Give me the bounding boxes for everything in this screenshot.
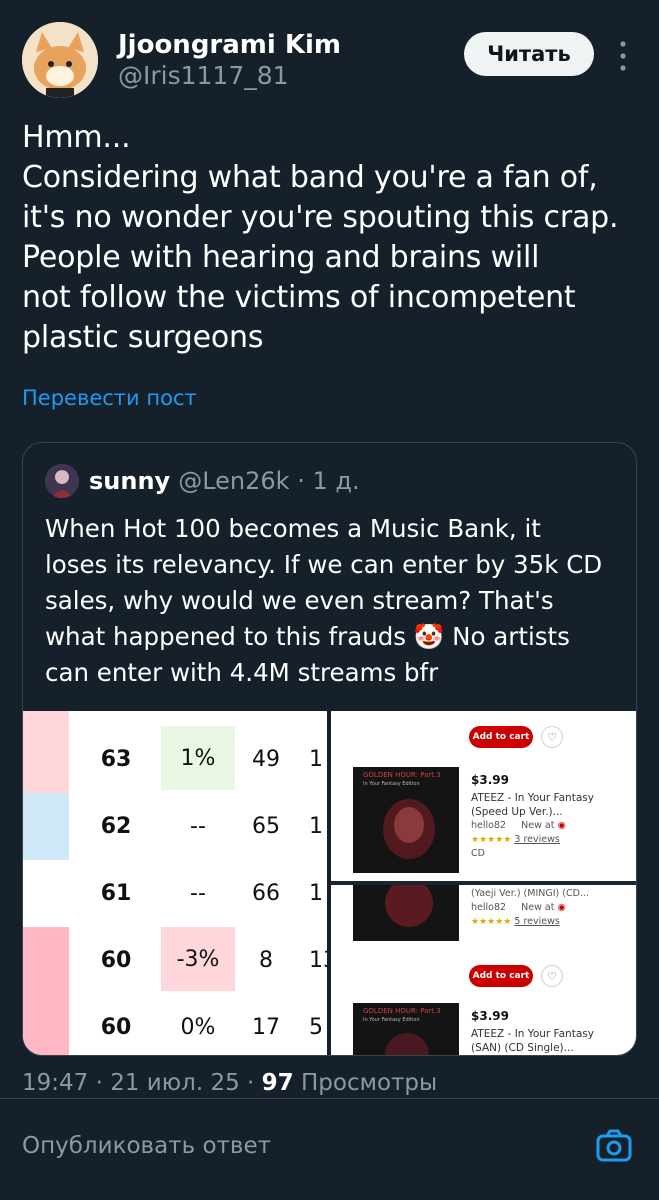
product-info: $3.99 ATEEZ - In Your Fantasy (Speed Up …	[471, 773, 631, 861]
chart-weeks: 17	[252, 1015, 280, 1040]
views-label[interactable]: Просмотры	[294, 1070, 437, 1096]
avatar[interactable]	[22, 22, 98, 98]
product-title-line2: (Yaeji Ver.) (MINGI) (CD...	[471, 888, 589, 899]
quote-age: 1 д.	[312, 467, 360, 495]
row-stripe	[23, 793, 69, 860]
shop-image[interactable]: Add to cart ♡ GOLDEN HOUR: Part.3 In You…	[331, 711, 636, 1055]
chart-extra: 1	[309, 881, 323, 906]
row-stripe	[23, 726, 69, 793]
quote-header: sunny @Len26k · 1 д.	[45, 463, 360, 499]
footer-separator: ·	[88, 1070, 111, 1096]
product-seller: hello82	[471, 902, 507, 913]
product-reviews: 5 reviews	[514, 916, 560, 927]
product-image: GOLDEN HOUR: Part.3 In Your Fantasy Edit…	[353, 1003, 459, 1055]
product-image: GOLDEN HOUR: Part.3 In Your Fantasy Edit…	[353, 767, 459, 873]
chart-extra: 1	[309, 814, 323, 839]
rating-stars: ★★★★★	[471, 835, 512, 845]
product-info: (Yaeji Ver.) (MINGI) (CD... hello82 New …	[471, 887, 631, 929]
product-seller: hello82	[471, 820, 507, 831]
product-reviews: 3 reviews	[514, 834, 560, 845]
quote-avatar[interactable]	[45, 464, 79, 498]
quote-author-handle[interactable]: @Len26k	[178, 467, 289, 495]
product-badge: New at	[521, 820, 555, 831]
product-price: $3.99	[471, 1009, 509, 1023]
tweet-timestamp: 19:47 · 21 июл. 25 · 97 Просмотры	[22, 1070, 437, 1096]
translate-post-link[interactable]: Перевести пост	[22, 386, 197, 410]
target-icon: ◉	[557, 902, 566, 913]
reply-bar: Опубликовать ответ	[0, 1098, 659, 1200]
shop-section-2: (Yaeji Ver.) (MINGI) (CD... hello82 New …	[331, 885, 636, 1055]
row-stripe	[23, 994, 69, 1055]
tweet-text: Hmm... Considering what band you're a fa…	[22, 120, 619, 355]
add-to-cart-button: Add to cart	[469, 726, 533, 748]
tweet-date[interactable]: 21 июл. 25	[110, 1070, 239, 1096]
chart-rank: 61	[100, 881, 132, 906]
product-image	[353, 885, 459, 941]
quote-text: When Hot 100 becomes a Music Bank, it lo…	[45, 514, 603, 687]
chart-row-partial	[23, 711, 327, 726]
product-price: $3.99	[471, 773, 509, 787]
chart-weeks: 8	[259, 948, 273, 973]
row-stripe	[23, 860, 69, 927]
product-title-line2: (SAN) (CD Single)...	[471, 1042, 574, 1054]
views-count[interactable]: 97	[262, 1070, 294, 1096]
product-title-line2: (Speed Up Ver.)...	[471, 806, 563, 818]
footer-separator: ·	[239, 1070, 262, 1096]
chart-extra: 1	[309, 747, 323, 772]
row-stripe	[23, 927, 69, 994]
shop-section-1: Add to cart ♡ GOLDEN HOUR: Part.3 In You…	[331, 711, 636, 883]
chart-rank: 60	[100, 1015, 132, 1040]
chart-row: 60 0% 17 5	[23, 994, 327, 1055]
target-icon: ◉	[557, 820, 566, 831]
chart-row: 62 -- 65 1	[23, 793, 327, 860]
quote-media[interactable]: 63 1% 49 1 62 -- 65 1 61 -- 66 1 60 -3% 8 13 60 0% 17 5 Add…	[23, 711, 636, 1055]
reply-input[interactable]: Опубликовать ответ	[22, 1133, 271, 1159]
chart-extra: 13	[309, 948, 327, 973]
chart-rank: 63	[100, 747, 132, 772]
chart-row: 60 -3% 8 13	[23, 927, 327, 994]
tweet-header: Jjoongrami Kim @Iris1117_81 Читать	[22, 22, 637, 102]
chart-change: --	[190, 814, 206, 839]
chart-weeks: 49	[252, 747, 280, 772]
product-badge: New at	[521, 902, 555, 913]
chart-change: --	[190, 881, 206, 906]
author-handle[interactable]: @Iris1117_81	[118, 60, 341, 92]
chart-change: 1%	[161, 726, 235, 790]
chart-extra: 5	[309, 1015, 323, 1040]
heart-icon: ♡	[541, 726, 563, 748]
product-title: ATEEZ - In Your Fantasy	[471, 792, 594, 804]
chart-row: 61 -- 66 1	[23, 860, 327, 927]
chart-rank: 62	[100, 814, 132, 839]
chart-change: -3%	[161, 927, 235, 991]
heart-icon: ♡	[541, 965, 563, 987]
quote-separator: ·	[289, 467, 313, 495]
tweet-time[interactable]: 19:47	[22, 1070, 88, 1096]
add-to-cart-button: Add to cart	[469, 965, 533, 987]
author-block[interactable]: Jjoongrami Kim @Iris1117_81	[118, 30, 341, 92]
product-title: ATEEZ - In Your Fantasy	[471, 1028, 594, 1040]
chart-change: 0%	[180, 1015, 216, 1040]
camera-icon[interactable]	[596, 1129, 632, 1163]
chart-rank: 60	[100, 948, 132, 973]
rating-stars: ★★★★★	[471, 917, 512, 927]
follow-button[interactable]: Читать	[464, 32, 594, 76]
chart-row: 63 1% 49 1	[23, 726, 327, 793]
chart-weeks: 65	[252, 814, 280, 839]
product-info: $3.99 ATEEZ - In Your Fantasy (SAN) (CD …	[471, 1009, 631, 1055]
quote-author-name[interactable]: sunny	[89, 467, 170, 495]
chart-image[interactable]: 63 1% 49 1 62 -- 65 1 61 -- 66 1 60 -3% 8 13 60 0% 17 5	[23, 711, 327, 1055]
quoted-tweet[interactable]: sunny @Len26k · 1 д. When Hot 100 become…	[22, 442, 637, 1056]
product-format: CD	[471, 848, 485, 859]
chart-weeks: 66	[252, 881, 280, 906]
more-vertical-icon[interactable]	[616, 38, 630, 74]
author-display-name[interactable]: Jjoongrami Kim	[118, 30, 341, 60]
